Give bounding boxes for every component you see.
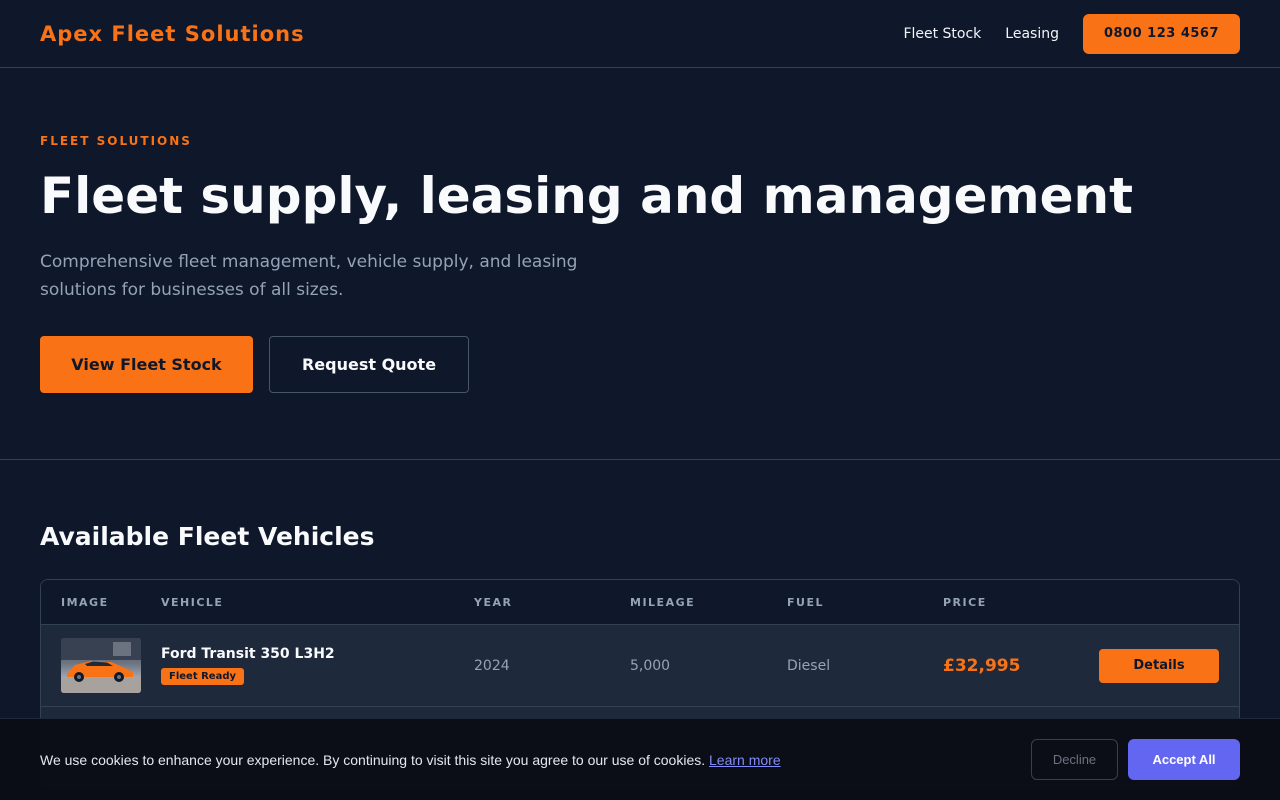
vehicle-name[interactable]: Ford Transit 350 L3H2 — [161, 646, 474, 662]
brand-logo[interactable]: Apex Fleet Solutions — [40, 22, 305, 46]
vehicle-price: £32,995 — [943, 655, 1021, 676]
hero-title: Fleet supply, leasing and management — [40, 167, 1134, 225]
phone-button[interactable]: 0800 123 4567 — [1083, 13, 1240, 54]
col-vehicle: VEHICLE — [161, 595, 224, 609]
vehicles-title: Available Fleet Vehicles — [40, 522, 375, 551]
nav-fleet-stock[interactable]: Fleet Stock — [903, 26, 981, 42]
col-year: YEAR — [474, 595, 513, 609]
table-header: IMAGE VEHICLE YEAR MILEAGE FUEL PRICE — [41, 580, 1239, 625]
col-image: IMAGE — [61, 595, 109, 609]
nav-leasing[interactable]: Leasing — [1005, 26, 1059, 42]
table-row[interactable]: Ford Transit 350 L3H2 Fleet Ready 2024 5… — [41, 625, 1239, 707]
decline-button[interactable]: Decline — [1031, 739, 1118, 780]
status-badge: Fleet Ready — [161, 668, 244, 685]
col-mileage: MILEAGE — [630, 595, 696, 609]
hero-subtitle: Comprehensive fleet management, vehicle … — [40, 252, 578, 300]
accept-all-button[interactable]: Accept All — [1128, 739, 1240, 780]
site-header: Apex Fleet Solutions Fleet Stock Leasing… — [0, 0, 1280, 68]
hero-actions: View Fleet Stock Request Quote — [40, 336, 1240, 393]
hero-section: FLEET SOLUTIONS Fleet supply, leasing an… — [0, 68, 1280, 460]
learn-more-link[interactable]: Learn more — [709, 752, 781, 768]
view-fleet-stock-button[interactable]: View Fleet Stock — [40, 336, 253, 393]
request-quote-button[interactable]: Request Quote — [269, 336, 469, 393]
details-button[interactable]: Details — [1099, 648, 1219, 683]
vehicle-thumbnail[interactable] — [61, 638, 141, 693]
vehicle-year: 2024 — [474, 657, 510, 674]
cookie-text: We use cookies to enhance your experienc… — [40, 752, 781, 768]
cookie-message: We use cookies to enhance your experienc… — [40, 751, 706, 768]
col-price: PRICE — [943, 595, 987, 609]
cookie-actions: Decline Accept All — [1031, 739, 1240, 780]
main-nav: Fleet Stock Leasing 0800 123 4567 — [903, 13, 1240, 54]
col-fuel: FUEL — [787, 595, 824, 609]
vehicle-mileage: 5,000 — [630, 657, 671, 674]
car-image-icon — [61, 638, 141, 693]
cookie-banner: We use cookies to enhance your experienc… — [0, 718, 1280, 800]
hero-eyebrow: FLEET SOLUTIONS — [40, 134, 192, 148]
vehicle-fuel: Diesel — [787, 657, 831, 674]
